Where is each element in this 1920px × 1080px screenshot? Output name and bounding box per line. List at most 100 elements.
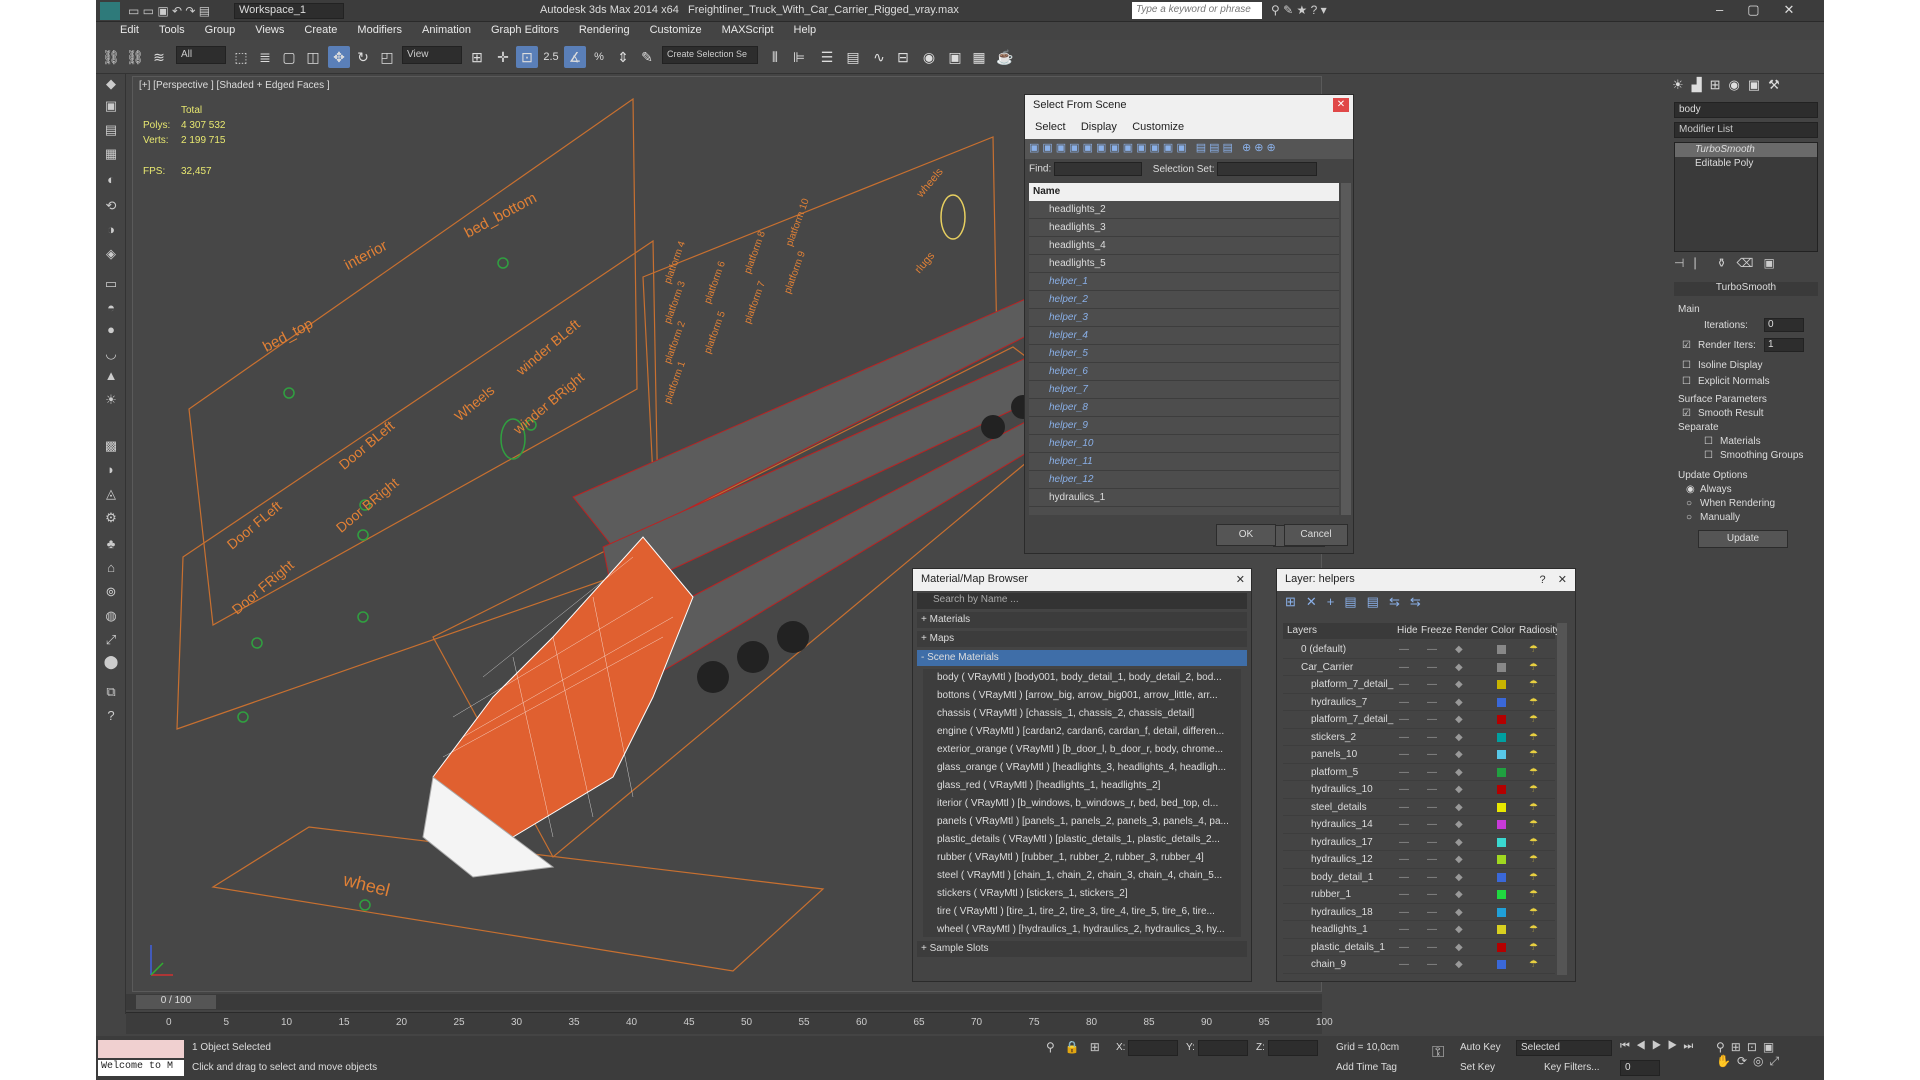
toolbar-icon-6[interactable]: ⟲ bbox=[101, 196, 121, 216]
radiosity-icon[interactable]: ☂ bbox=[1529, 799, 1538, 816]
help-icons[interactable]: ⚲ ✎ ★ ? ▾ bbox=[1271, 3, 1327, 17]
help-icon[interactable]: ? bbox=[101, 706, 121, 726]
when-rendering-radio[interactable]: ○ bbox=[1686, 498, 1692, 509]
plant-icon[interactable]: ♣ bbox=[101, 534, 121, 554]
isoline-checkbox[interactable]: ☐ bbox=[1682, 360, 1691, 371]
select-move-icon[interactable]: ✥ bbox=[328, 46, 350, 68]
layer-row[interactable]: 0 (default) ——◆ ☂ bbox=[1283, 641, 1555, 659]
material-item[interactable]: glass_orange ( VRayMtl ) [headlights_3, … bbox=[923, 759, 1241, 777]
list-item[interactable]: helper_12 bbox=[1029, 471, 1339, 489]
menu-help[interactable]: Help bbox=[784, 22, 827, 38]
name-column-header[interactable]: Name bbox=[1029, 183, 1339, 201]
key-icon[interactable]: ⚿ bbox=[1432, 1044, 1444, 1062]
rendered-frame-icon[interactable]: ▦ bbox=[968, 46, 990, 68]
layer-row[interactable]: hydraulics_12 ——◆ ☂ bbox=[1283, 851, 1555, 869]
sphere-icon[interactable]: ● bbox=[101, 320, 121, 340]
utility-icon[interactable]: ⊚ bbox=[101, 582, 121, 602]
maps-group[interactable]: + Maps bbox=[917, 631, 1247, 647]
render-iters-spinner[interactable]: 1 bbox=[1764, 338, 1804, 352]
list-item[interactable]: helper_7 bbox=[1029, 381, 1339, 399]
maxscript-mini-listener[interactable]: Welcome to M bbox=[98, 1060, 184, 1076]
layer-color-swatch[interactable] bbox=[1497, 767, 1506, 777]
layer-color-swatch[interactable] bbox=[1497, 942, 1506, 952]
layer-color-swatch[interactable] bbox=[1497, 872, 1506, 882]
modifier-list-dropdown[interactable]: Modifier List bbox=[1674, 122, 1818, 138]
toolbar-icon-2[interactable]: ▣ bbox=[101, 96, 121, 116]
material-item[interactable]: exterior_orange ( VRayMtl ) [b_door_l, b… bbox=[923, 741, 1241, 759]
layer-color-swatch[interactable] bbox=[1497, 680, 1506, 689]
blue-sphere-icon[interactable]: ⬤ bbox=[101, 652, 121, 672]
layer-toggles[interactable]: ——◆ bbox=[1399, 816, 1481, 833]
layer-toggles[interactable]: ——◆ bbox=[1399, 711, 1481, 728]
layer-scrollbar[interactable] bbox=[1557, 623, 1567, 975]
radiosity-icon[interactable]: ☂ bbox=[1529, 869, 1538, 886]
list-item[interactable]: headlights_5 bbox=[1029, 255, 1339, 273]
layer-row[interactable]: Car_Carrier ——◆ ☂ bbox=[1283, 659, 1555, 676]
bind-space-warp-icon[interactable]: ≋ bbox=[148, 46, 170, 68]
radiosity-icon[interactable]: ☂ bbox=[1529, 711, 1538, 728]
hf-icon[interactable]: ⌂ bbox=[101, 558, 121, 578]
layer-toggles[interactable]: ——◆ bbox=[1399, 746, 1481, 763]
layer-color-swatch[interactable] bbox=[1497, 732, 1506, 742]
toolbar-icon-4[interactable]: ▦ bbox=[101, 144, 121, 164]
layer-row[interactable]: hydraulics_7 ——◆ ☂ bbox=[1283, 694, 1555, 711]
radiosity-icon[interactable]: ☂ bbox=[1529, 921, 1538, 938]
layer-toggles[interactable]: ——◆ bbox=[1399, 781, 1481, 798]
layer-manager-icon[interactable]: ☰ bbox=[816, 46, 838, 68]
find-input[interactable] bbox=[1054, 162, 1143, 176]
update-button[interactable]: Update bbox=[1698, 530, 1788, 548]
cancel-button[interactable]: Cancel bbox=[1284, 524, 1348, 546]
toolbar-icon-5[interactable]: ◐ bbox=[101, 170, 121, 190]
material-item[interactable]: rubber ( VRayMtl ) [rubber_1, rubber_2, … bbox=[923, 849, 1241, 867]
layer-row[interactable]: rubber_1 ——◆ ☂ bbox=[1283, 886, 1555, 904]
list-item[interactable]: helper_6 bbox=[1029, 363, 1339, 381]
window-controls[interactable]: –▢✕ bbox=[1716, 2, 1818, 18]
smoothing-groups-checkbox[interactable]: ☐ bbox=[1704, 450, 1713, 461]
menu-edit[interactable]: Edit bbox=[96, 22, 149, 38]
layer-toggles[interactable]: ——◆ bbox=[1399, 886, 1481, 903]
layer-color-swatch[interactable] bbox=[1497, 645, 1506, 654]
layer-row[interactable]: platform_7_detail_ ——◆ ☂ bbox=[1283, 676, 1555, 694]
track-bar[interactable]: 0 5 10 15 20 25 30 35 40 45 50 55 60 65 70 75 80 85 90 95 10… bbox=[126, 1012, 1333, 1034]
material-search-input[interactable]: Search by Name ... bbox=[917, 593, 1247, 609]
material-item[interactable]: stickers ( VRayMtl ) [stickers_1, sticke… bbox=[923, 885, 1241, 903]
list-item[interactable]: headlights_4 bbox=[1029, 237, 1339, 255]
list-item[interactable]: helper_4 bbox=[1029, 327, 1339, 345]
layer-row[interactable]: hydraulics_14 ——◆ ☂ bbox=[1283, 816, 1555, 834]
layer-toggles[interactable]: ——◆ bbox=[1399, 659, 1481, 676]
radiosity-icon[interactable]: ☂ bbox=[1529, 694, 1538, 711]
material-editor-icon[interactable]: ◉ bbox=[918, 46, 940, 68]
maxscript-listener[interactable] bbox=[98, 1040, 184, 1058]
layer-toggles[interactable]: ——◆ bbox=[1399, 676, 1481, 693]
layer-row[interactable]: hydraulics_18 ——◆ ☂ bbox=[1283, 904, 1555, 921]
list-item[interactable]: helper_5 bbox=[1029, 345, 1339, 363]
stack-tools[interactable]: ⊣⎸⚱⌫▣ bbox=[1674, 256, 1818, 278]
camera-icon[interactable]: ◬ bbox=[101, 484, 121, 504]
ok-button-visible[interactable]: OK bbox=[1216, 524, 1276, 546]
radiosity-icon[interactable]: ☂ bbox=[1529, 886, 1538, 903]
radiosity-icon[interactable]: ☂ bbox=[1529, 956, 1538, 973]
curve-editor-icon[interactable]: ∿ bbox=[868, 46, 890, 68]
material-item[interactable]: tire ( VRayMtl ) [tire_1, tire_2, tire_3… bbox=[923, 903, 1241, 921]
layer-row[interactable]: stickers_2 ——◆ ☂ bbox=[1283, 729, 1555, 746]
menu-animation[interactable]: Animation bbox=[412, 22, 481, 38]
list-item[interactable]: helper_9 bbox=[1029, 417, 1339, 435]
layer-color-swatch[interactable] bbox=[1497, 890, 1506, 899]
selection-set-dropdown[interactable] bbox=[1217, 162, 1318, 176]
link-icon[interactable]: ⛓ bbox=[100, 46, 122, 68]
always-radio[interactable]: ◉ bbox=[1686, 484, 1695, 495]
menu-create[interactable]: Create bbox=[294, 22, 347, 38]
layer-row[interactable]: chain_9 ——◆ ☂ bbox=[1283, 956, 1555, 974]
angle-snap-icon[interactable]: ∡ bbox=[564, 46, 586, 68]
material-item[interactable]: engine ( VRayMtl ) [cardan2, cardan6, ca… bbox=[923, 723, 1241, 741]
select-by-name-icon[interactable]: ≣ bbox=[254, 46, 276, 68]
gear-icon[interactable]: ⚙ bbox=[101, 508, 121, 528]
layer-toggles[interactable]: ——◆ bbox=[1399, 904, 1481, 921]
layer-row[interactable]: body_detail_1 ——◆ ☂ bbox=[1283, 869, 1555, 886]
layer-color-swatch[interactable] bbox=[1497, 925, 1506, 934]
material-item[interactable]: panels ( VRayMtl ) [panels_1, panels_2, … bbox=[923, 813, 1241, 831]
layer-color-swatch[interactable] bbox=[1497, 715, 1506, 724]
materials-checkbox[interactable]: ☐ bbox=[1704, 436, 1713, 447]
column-freeze[interactable]: Freeze bbox=[1421, 625, 1452, 636]
radiosity-icon[interactable]: ☂ bbox=[1529, 641, 1538, 658]
